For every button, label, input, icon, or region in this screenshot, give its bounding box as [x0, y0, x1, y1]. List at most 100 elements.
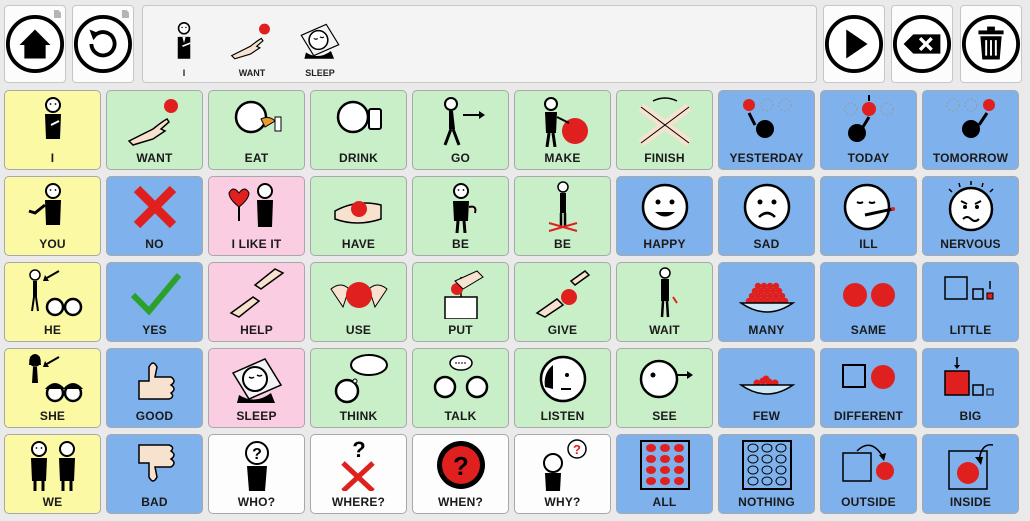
back-button[interactable] [72, 5, 134, 83]
symbol-cell-today[interactable]: TODAY [820, 90, 917, 170]
clear-button[interactable] [960, 5, 1022, 83]
symbol-cell-yes[interactable]: YES [106, 262, 203, 342]
sleeping-face-icon [300, 23, 340, 59]
backspace-button[interactable] [891, 5, 953, 83]
svg-text:?: ? [252, 446, 262, 463]
symbol-cell-think[interactable]: THINK [310, 348, 407, 428]
symbol-cell-ill[interactable]: ILL [820, 176, 917, 256]
little-squares-icon [943, 276, 993, 300]
talking-icon [433, 355, 488, 399]
symbol-cell-why[interactable]: ? WHY? [514, 434, 611, 514]
home-icon [5, 14, 65, 74]
we-icon [30, 441, 75, 491]
symbol-cell-no[interactable]: NO [106, 176, 203, 256]
symbol-cell-give[interactable]: GIVE [514, 262, 611, 342]
symbol-cell-wait[interactable]: WAIT [616, 262, 713, 342]
sentence-bar[interactable]: I WANT SLEEP [142, 5, 817, 83]
symbol-cell-where[interactable]: ? WHERE? [310, 434, 407, 514]
home-button[interactable] [4, 5, 66, 83]
thumbs-up-icon [137, 362, 175, 400]
sentence-word[interactable]: WANT [221, 8, 283, 78]
sentence-word[interactable]: SLEEP [289, 8, 351, 78]
symbol-label: YOU [39, 237, 66, 251]
symbol-cell-big[interactable]: BIG [922, 348, 1019, 428]
seeing-icon [639, 359, 693, 399]
symbol-label: HAPPY [643, 237, 686, 251]
symbol-cell-talk[interactable]: TALK [412, 348, 509, 428]
symbol-label: LISTEN [540, 409, 585, 423]
symbol-grid: I WANT EAT DRINK GO MAKE FINISH YESTERDAY TODAY T… [4, 90, 1019, 514]
symbol-cell-different[interactable]: DIFFERENT [820, 348, 917, 428]
symbol-cell-happy[interactable]: HAPPY [616, 176, 713, 256]
symbol-cell-use[interactable]: USE [310, 262, 407, 342]
thinking-icon [334, 354, 388, 404]
symbol-cell-inside[interactable]: INSIDE [922, 434, 1019, 514]
symbol-cell-i[interactable]: I [4, 90, 101, 170]
symbol-label: HAVE [341, 237, 376, 251]
symbol-cell-sad[interactable]: SAD [718, 176, 815, 256]
all-dots-icon [639, 440, 690, 490]
symbol-cell-we[interactable]: WE [4, 434, 101, 514]
symbol-cell-go[interactable]: GO [412, 90, 509, 170]
back-arrow-icon [73, 14, 133, 74]
symbol-label: HELP [240, 323, 273, 337]
symbol-label: ALL [652, 495, 677, 509]
backspace-icon [892, 14, 952, 74]
symbol-label: TODAY [847, 151, 890, 165]
symbol-label: FEW [752, 409, 781, 423]
symbol-cell-eat[interactable]: EAT [208, 90, 305, 170]
symbol-cell-sleep[interactable]: SLEEP [208, 348, 305, 428]
symbol-cell-outside[interactable]: OUTSIDE [820, 434, 917, 514]
symbol-label: BE [553, 237, 572, 251]
symbol-cell-drink[interactable]: DRINK [310, 90, 407, 170]
symbol-cell-little[interactable]: LITTLE [922, 262, 1019, 342]
symbol-cell-yesterday[interactable]: YESTERDAY [718, 90, 815, 170]
symbol-cell-make[interactable]: MAKE [514, 90, 611, 170]
crossed-arms-icon [637, 97, 692, 147]
standing-person-icon [452, 183, 476, 233]
symbol-label: BIG [959, 409, 982, 423]
symbol-cell-help[interactable]: HELP [208, 262, 305, 342]
listening-icon [539, 355, 586, 403]
symbol-cell-good[interactable]: GOOD [106, 348, 203, 428]
symbol-cell-have[interactable]: HAVE [310, 176, 407, 256]
symbol-cell-when[interactable]: ? WHEN? [412, 434, 509, 514]
svg-text:?: ? [352, 439, 365, 462]
symbol-cell-he[interactable]: HE [4, 262, 101, 342]
symbol-label: EAT [244, 151, 269, 165]
symbol-cell-i-like-it[interactable]: I LIKE IT [208, 176, 305, 256]
symbol-cell-nothing[interactable]: NOTHING [718, 434, 815, 514]
symbol-label: OUTSIDE [841, 495, 896, 509]
bowl-full-icon [738, 282, 795, 313]
symbol-cell-few[interactable]: FEW [718, 348, 815, 428]
speak-button[interactable] [823, 5, 885, 83]
person-on-spot-icon [548, 181, 577, 232]
giving-hands-icon [535, 270, 590, 318]
symbol-cell-want[interactable]: WANT [106, 90, 203, 170]
symbol-cell-bad[interactable]: BAD [106, 434, 203, 514]
hands-using-ball-icon [329, 282, 388, 309]
symbol-cell-finish[interactable]: FINISH [616, 90, 713, 170]
symbol-cell-listen[interactable]: LISTEN [514, 348, 611, 428]
symbol-cell-be[interactable]: BE [514, 176, 611, 256]
symbol-cell-tomorrow[interactable]: TOMORROW [922, 90, 1019, 170]
sentence-word-label: I [182, 68, 186, 78]
ill-face-icon [843, 183, 895, 231]
symbol-cell-you[interactable]: YOU [4, 176, 101, 256]
symbol-cell-she[interactable]: SHE [4, 348, 101, 428]
sentence-word[interactable]: I [153, 8, 215, 78]
symbol-cell-nervous[interactable]: NERVOUS [922, 176, 1019, 256]
symbol-cell-put[interactable]: PUT [412, 262, 509, 342]
symbol-cell-who[interactable]: ? WHO? [208, 434, 305, 514]
symbol-label: SAD [753, 237, 780, 251]
symbol-label: ILL [859, 237, 878, 251]
big-square-icon [943, 357, 993, 396]
symbol-label: USE [345, 323, 372, 337]
symbol-cell-see[interactable]: SEE [616, 348, 713, 428]
symbol-cell-all[interactable]: ALL [616, 434, 713, 514]
symbol-cell-many[interactable]: MANY [718, 262, 815, 342]
where-icon: ? [340, 439, 375, 491]
symbol-cell-same[interactable]: SAME [820, 262, 917, 342]
symbol-cell-be[interactable]: BE [412, 176, 509, 256]
two-balls-icon [842, 283, 895, 307]
